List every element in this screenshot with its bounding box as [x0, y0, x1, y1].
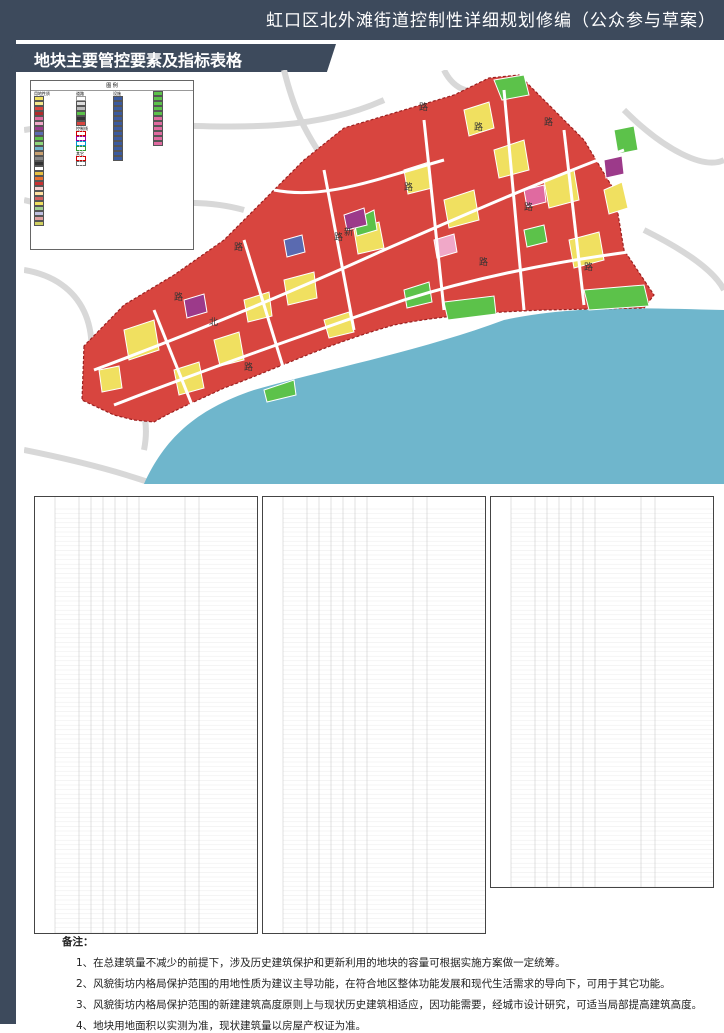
section-title: 地块主要管控要素及指标表格: [34, 51, 243, 70]
legend-title: 图 例: [31, 81, 193, 91]
notes-section: 备注： 1、在总建筑量不减少的前提下，涉及历史建筑保护和更新利用的地块的容量可根…: [62, 934, 712, 1033]
road-label: 路: [584, 261, 593, 273]
road-label: 路: [174, 291, 183, 303]
left-accent-bar: [0, 0, 16, 1024]
legend-column-land-use: 用地性质: [34, 91, 50, 226]
road-label: 路: [419, 101, 428, 113]
legend-swatch: [113, 156, 123, 161]
road-label: 新: [344, 226, 353, 238]
road-label: 路: [244, 361, 253, 373]
legend-column-road: 道路 控制线 其它: [76, 91, 88, 166]
note-item: 1、在总建筑量不减少的前提下，涉及历史建筑保护和更新利用的地块的容量可根据实施方…: [76, 957, 566, 969]
legend-swatch: [76, 161, 86, 166]
table-grid: [282, 497, 485, 933]
note-item: 3、风貌街坊内格局保护范围的新建建筑高度原则上与现状历史建筑相适应，因功能需要，…: [76, 999, 703, 1011]
indicator-table-1: [34, 496, 258, 934]
road-label: 路: [404, 181, 413, 193]
map-legend: 图 例 用地性质 道路 控制线 其它 设施: [30, 80, 194, 250]
road-label: 路: [544, 116, 553, 128]
road-label: 路: [479, 256, 488, 268]
table-grid: [54, 497, 257, 933]
legend-swatch: [34, 221, 44, 226]
legend-swatch: [153, 141, 163, 146]
note-item: 4、地块用地面积以实测为准，现状建筑量以房屋产权证为准。: [76, 1020, 367, 1032]
road-label: 路: [524, 201, 533, 213]
road-label: 路: [234, 241, 243, 253]
legend-column-facility: 设施: [113, 91, 125, 161]
note-item: 2、风貌街坊内格局保护范围的用地性质为建议主导功能，在符合地区整体功能发展和现代…: [76, 978, 671, 990]
page-title: 虹口区北外滩街道控制性详细规划修编（公众参与草案）: [266, 11, 716, 31]
indicator-table-2: [262, 496, 486, 934]
road-label: 北: [209, 317, 218, 328]
road-label: 路: [474, 121, 483, 133]
indicator-table-3: [490, 496, 714, 888]
table-grid: [510, 497, 713, 887]
road-label: 路: [334, 231, 343, 243]
notes-title: 备注：: [62, 936, 94, 948]
legend-column-facility-2: [153, 91, 165, 146]
